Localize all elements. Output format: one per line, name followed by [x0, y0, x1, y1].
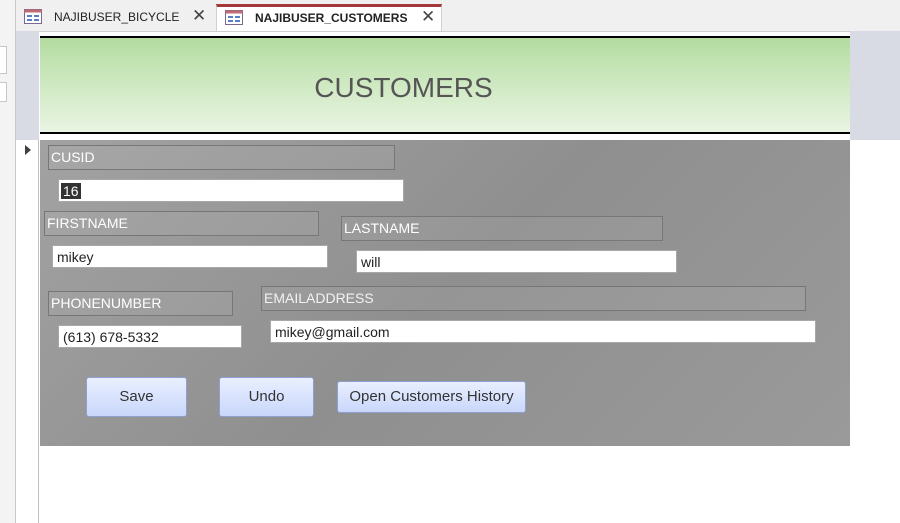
phonenumber-label: PHONENUMBER	[48, 291, 233, 316]
close-tab-icon[interactable]: ✕	[192, 6, 206, 26]
cusid-field[interactable]: 16	[58, 179, 404, 202]
form-icon	[225, 10, 243, 25]
open-customers-history-button[interactable]: Open Customers History	[337, 381, 526, 413]
cusid-value: 16	[61, 183, 81, 199]
cusid-label: CUSID	[48, 145, 395, 170]
close-tab-icon[interactable]: ✕	[421, 7, 435, 27]
firstname-label: FIRSTNAME	[44, 211, 319, 236]
tab-label: NAJIBUSER_BICYCLE	[54, 10, 180, 24]
form-icon	[24, 9, 42, 24]
current-record-arrow-icon[interactable]	[25, 145, 31, 155]
navigation-filter-box[interactable]	[0, 82, 7, 102]
tab-label: NAJIBUSER_CUSTOMERS	[255, 11, 408, 25]
lastname-field[interactable]: will	[356, 250, 677, 273]
form-header-extension	[850, 31, 900, 140]
undo-button[interactable]: Undo	[219, 377, 314, 417]
form-title: CUSTOMERS	[314, 72, 493, 103]
navigation-search-box[interactable]	[0, 46, 7, 74]
firstname-field[interactable]: mikey	[52, 245, 328, 268]
record-selector-header	[16, 31, 39, 140]
lastname-label: LASTNAME	[341, 216, 663, 241]
tab-najibuser-customers[interactable]: NAJIBUSER_CUSTOMERS ✕	[216, 4, 442, 31]
tab-najibuser-bicycle[interactable]: NAJIBUSER_BICYCLE ✕	[16, 4, 214, 31]
save-button[interactable]: Save	[86, 377, 187, 417]
emailaddress-label: EMAILADDRESS	[261, 286, 806, 311]
emailaddress-field[interactable]: mikey@gmail.com	[270, 320, 816, 343]
phonenumber-field[interactable]: (613) 678-5332	[58, 325, 242, 348]
navigation-pane	[0, 0, 16, 523]
